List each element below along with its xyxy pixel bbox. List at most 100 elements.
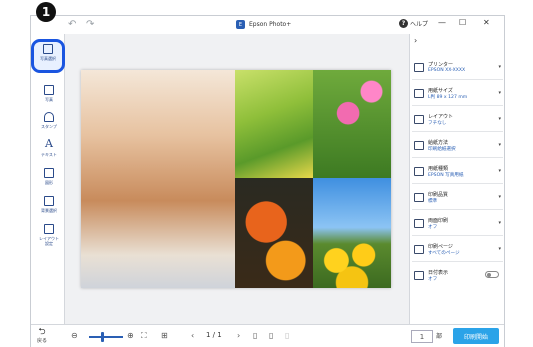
setting-name: 印刷ページ [428,244,453,250]
setting-name: レイアウト [428,114,454,120]
setting-name: 給紙方法 [428,140,449,146]
close-button[interactable]: ✕ [483,18,490,27]
chevron-down-icon: ▾ [498,168,501,174]
text-icon: A [45,137,53,150]
delete-page-icon[interactable]: ▯ [285,331,289,341]
zoom-out-icon[interactable]: ⊖ [71,331,78,341]
tool-label: スタンプ [41,124,57,129]
setting-print-pages[interactable]: 印刷ページ すべてのページ ▾ [412,238,503,262]
tool-background[interactable]: 背景選択 [34,194,64,220]
settings-panel: › プリンター EPSON XX-XXXX ▾ 用紙サイズ L判 89 x 12… [409,34,504,324]
setting-name: 日付表示 [428,270,449,276]
print-button[interactable]: 印刷開始 [453,328,499,344]
setting-value: フチなし [428,121,447,126]
tool-label: レイアウト 設定 [39,236,59,246]
setting-name: 用紙サイズ [428,88,453,94]
zoom-slider-handle[interactable] [101,332,104,342]
setting-value: EPSON 写真用紙 [428,173,464,178]
help-icon: ? [399,19,408,28]
paper-feed-icon [414,141,424,150]
chevron-down-icon: ▾ [498,246,501,252]
quality-icon [414,193,424,202]
photo-select-icon [43,44,53,54]
prev-page-icon[interactable]: ‹ [191,331,194,341]
redo-icon[interactable]: ↷ [86,19,94,30]
paper-type-icon [414,167,424,176]
collapse-panel-icon[interactable]: › [414,36,417,45]
tool-label: 写真選択 [40,56,56,61]
tool-label: テキスト [41,152,57,157]
photo-icon [44,85,54,95]
setting-value: すべてのページ [428,251,460,256]
tool-stamp[interactable]: スタンプ [34,110,64,136]
setting-paper-feed[interactable]: 給紙方法 印刷給紙選択 ▾ [412,134,503,158]
date-display-toggle[interactable] [485,271,499,278]
tool-layout-settings[interactable]: レイアウト 設定 [34,222,64,254]
step-marker: 1 [36,2,56,22]
tool-photo[interactable]: 写真 [34,83,64,109]
back-arrow-icon: ⮌ [38,327,46,337]
setting-print-quality[interactable]: 印刷品質 標準 ▾ [412,186,503,210]
canvas-area [65,34,409,324]
chevron-down-icon: ▾ [498,220,501,226]
photo-sunflower[interactable] [313,178,391,288]
layout-settings-icon [44,224,54,234]
stamp-icon [44,112,54,122]
minimize-button[interactable]: — [438,18,446,27]
photo-maple[interactable] [235,178,313,288]
setting-name: 印刷品質 [428,192,449,198]
tool-label: 背景選択 [41,208,57,213]
background-icon [44,196,54,206]
setting-name: プリンター [428,62,454,68]
setting-value: EPSON XX-XXXX [428,68,466,73]
tool-label: 写真 [45,97,53,102]
zoom-in-icon[interactable]: ⊕ [127,331,134,341]
photo-cosmos[interactable] [313,70,391,178]
grid-icon[interactable]: ⊞ [161,331,168,341]
duplicate-page-icon[interactable]: ▯ [269,331,273,341]
help-button[interactable]: ? ヘルプ [399,19,428,28]
app-window: ↶ ↷ E Epson Photo+ ? ヘルプ — ☐ ✕ 写真選択 写真 ス… [30,15,505,347]
setting-duplex[interactable]: 両面印刷 オフ ▾ [412,212,503,236]
tool-shape[interactable]: 図形 [34,166,64,192]
duplex-icon [414,219,424,228]
add-page-icon[interactable]: ▯ [253,331,257,341]
setting-layout[interactable]: レイアウト フチなし ▾ [412,108,503,132]
app-logo-icon: E [236,20,245,29]
chevron-down-icon: ▾ [498,116,501,122]
print-preview-sheet[interactable] [81,70,391,288]
date-icon [414,271,424,280]
undo-icon[interactable]: ↶ [68,19,76,30]
app-title-text: Epson Photo+ [249,21,292,28]
setting-value: オフ [428,277,438,282]
copies-unit: 部 [436,333,443,340]
setting-value: オフ [428,225,438,230]
maximize-button[interactable]: ☐ [459,18,466,27]
zoom-slider[interactable] [89,336,123,338]
photo-grass[interactable] [235,70,313,178]
copies-input[interactable]: 1 [411,330,433,343]
setting-paper-size[interactable]: 用紙サイズ L判 89 x 127 mm ▾ [412,82,503,106]
setting-value: 標準 [428,199,438,204]
photo-dog[interactable] [81,70,235,288]
tool-text[interactable]: A テキスト [34,138,64,164]
printer-icon [414,63,424,72]
bottom-bar: ⮌ 戻る ⊖ ⊕ ⛶ ⊞ ‹ 1 / 1 › ▯ ▯ ▯ 1 部 印刷開始 [31,324,504,347]
paper-size-icon [414,89,424,98]
setting-value: L判 89 x 127 mm [428,95,468,100]
chevron-down-icon: ▾ [498,194,501,200]
fit-to-window-icon[interactable]: ⛶ [141,331,147,341]
setting-name: 用紙種類 [428,166,449,172]
back-button[interactable]: ⮌ 戻る [37,327,47,344]
layout-icon [414,115,424,124]
setting-date-display: 日付表示 オフ [412,264,503,288]
help-label: ヘルプ [410,21,429,28]
app-title: E Epson Photo+ [236,20,291,29]
setting-paper-type[interactable]: 用紙種類 EPSON 写真用紙 ▾ [412,160,503,184]
setting-printer[interactable]: プリンター EPSON XX-XXXX ▾ [412,56,503,80]
tool-label: 図形 [45,180,53,185]
title-bar: ↶ ↷ E Epson Photo+ ? ヘルプ — ☐ ✕ [31,16,504,34]
next-page-icon[interactable]: › [237,331,240,341]
tool-photo-select[interactable]: 写真選択 [31,39,65,73]
left-toolbar: 写真選択 写真 スタンプ A テキスト 図形 背景選択 レイアウト 設定 [31,34,65,324]
